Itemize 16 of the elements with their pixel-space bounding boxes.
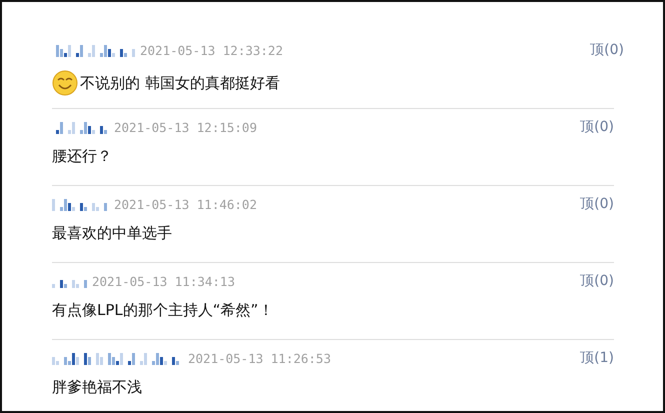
pixelated-name-drawing: [52, 197, 110, 211]
comment-text: 最喜欢的中单选手: [52, 224, 172, 243]
upvote-link[interactable]: 顶(0): [580, 195, 614, 213]
comment-text: 腰还行？: [52, 147, 112, 166]
upvote-link[interactable]: 顶(0): [590, 41, 624, 59]
comment-text: 有点像LPL的那个主持人“希然”！: [52, 301, 274, 320]
comment-timestamp: 2021-05-13 11:34:13: [92, 274, 235, 288]
upvote-link[interactable]: 顶(0): [580, 272, 614, 290]
upvote-link[interactable]: 顶(1): [580, 349, 614, 367]
comment-timestamp: 2021-05-13 12:15:09: [114, 120, 257, 134]
comment-text: 胖爹艳福不浅: [52, 378, 142, 397]
comment-timestamp: 2021-05-13 12:33:22: [140, 42, 283, 58]
upvote-link[interactable]: 顶(0): [580, 118, 614, 136]
comment-timestamp: 2021-05-13 11:46:02: [114, 196, 257, 212]
comment-text: 不说别的 韩国女的真都挺好看: [80, 74, 280, 92]
comment-timestamp: 2021-05-13 11:26:53: [188, 350, 331, 366]
